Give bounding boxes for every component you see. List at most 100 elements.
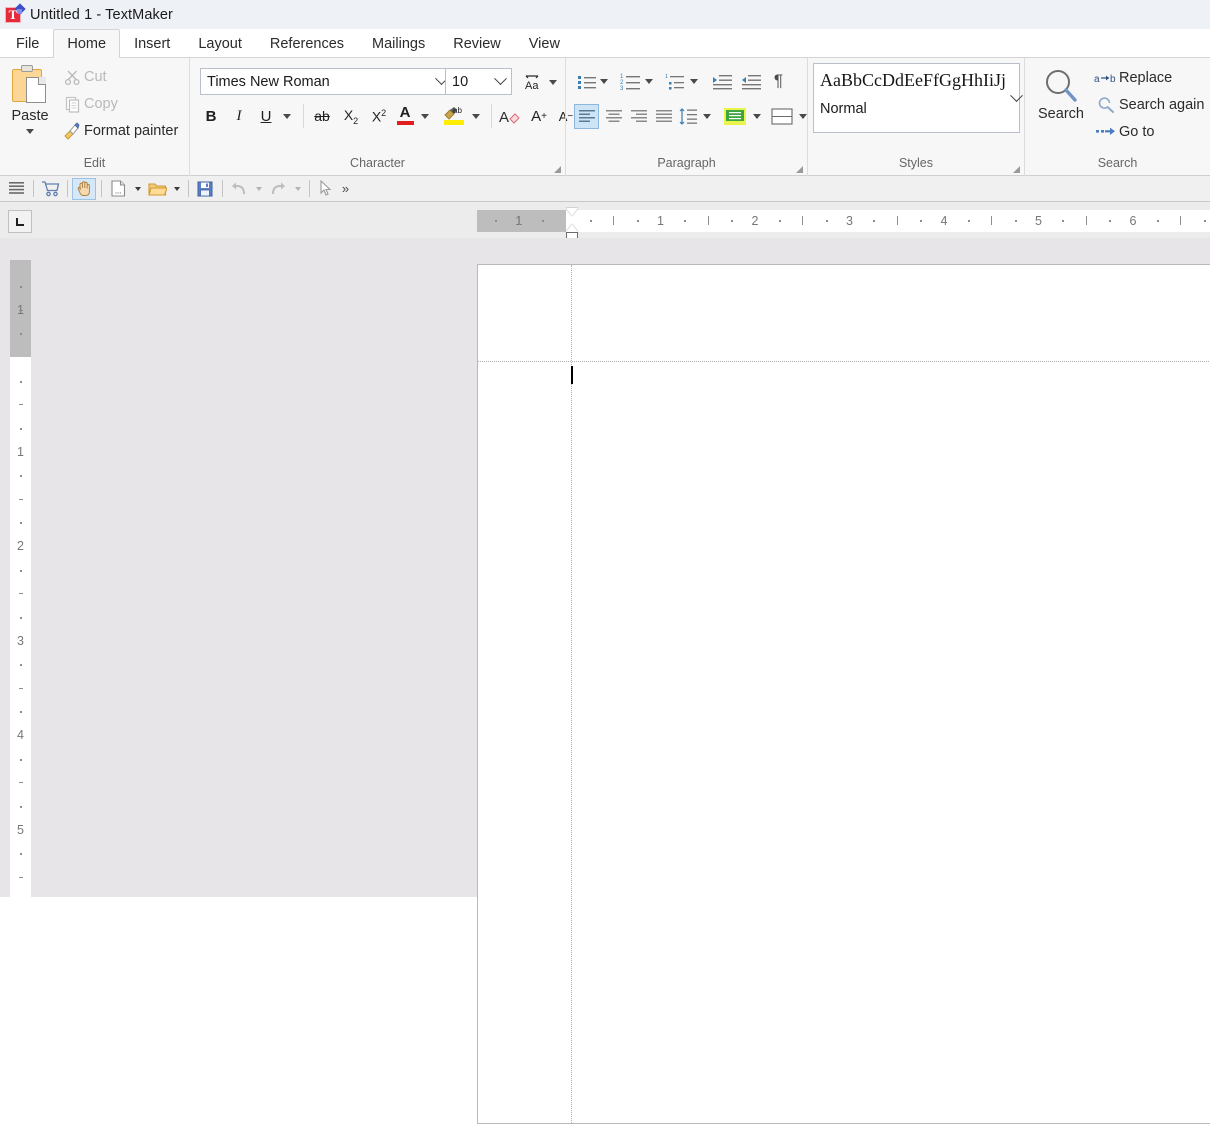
line-spacing-dropdown[interactable]: [700, 104, 714, 129]
undo-icon[interactable]: [227, 178, 251, 200]
clear-formatting-button[interactable]: A: [497, 103, 523, 129]
undo-dropdown[interactable]: [252, 178, 265, 200]
menu-icon[interactable]: [4, 178, 28, 200]
tab-insert[interactable]: Insert: [120, 29, 184, 57]
redo-icon[interactable]: [266, 178, 290, 200]
paste-button[interactable]: Paste: [6, 63, 54, 159]
hanging-indent-marker[interactable]: [566, 224, 578, 232]
redo-dropdown[interactable]: [291, 178, 304, 200]
paragraph-dialog-launcher[interactable]: [796, 166, 803, 173]
hand-icon[interactable]: [72, 178, 96, 200]
open-folder-dropdown[interactable]: [170, 178, 183, 200]
group-label-character: Character: [190, 153, 565, 176]
justify-button[interactable]: [651, 104, 676, 129]
superscript-button[interactable]: X2: [366, 103, 392, 129]
bullet-list-button[interactable]: [574, 69, 599, 94]
top-margin-guide: [478, 361, 1210, 362]
replace-icon: a b: [1093, 70, 1119, 85]
chevron-down-icon[interactable]: [26, 129, 34, 134]
tab-stop-selector[interactable]: [8, 210, 32, 233]
align-left-button[interactable]: [574, 104, 599, 129]
strikethrough-button[interactable]: ab: [309, 103, 335, 129]
tab-layout[interactable]: Layout: [184, 29, 256, 57]
align-right-button[interactable]: [626, 104, 651, 129]
multilevel-list-button[interactable]: 1: [663, 69, 688, 94]
ruler-minor-tick: [637, 220, 639, 222]
font-name-combo[interactable]: Times New Roman: [200, 68, 453, 95]
cart-icon[interactable]: [38, 178, 62, 200]
styles-dialog-launcher[interactable]: [1013, 166, 1020, 173]
shading-button[interactable]: [722, 104, 748, 129]
highlight-button[interactable]: ab: [440, 101, 468, 129]
new-document-icon[interactable]: [106, 178, 130, 200]
ruler-minor-tick: [1015, 220, 1017, 222]
group-label-edit: Edit: [0, 153, 189, 176]
search-icon: [1040, 66, 1082, 113]
ruler-minor-tick: [1204, 220, 1206, 222]
grow-font-button[interactable]: A+: [526, 103, 552, 129]
tab-home[interactable]: Home: [53, 29, 120, 57]
chevron-down-icon[interactable]: [489, 77, 511, 86]
bold-button[interactable]: B: [198, 103, 224, 129]
font-size-combo[interactable]: 10: [445, 68, 512, 95]
divider: [33, 180, 34, 197]
ruler-minor-tick: [20, 381, 22, 383]
copy-button[interactable]: Copy: [60, 91, 118, 117]
change-case-button[interactable]: Aa: [518, 69, 546, 95]
replace-button[interactable]: a b Replace: [1093, 64, 1172, 91]
change-case-dropdown[interactable]: [545, 72, 561, 92]
ribbon-group-edit: Paste Cut: [0, 58, 189, 176]
ruler-tick-label: 6: [1121, 210, 1145, 232]
text-cursor: [571, 366, 573, 384]
align-center-button[interactable]: [601, 104, 626, 129]
open-folder-icon[interactable]: [145, 178, 169, 200]
document-page[interactable]: [477, 264, 1210, 1124]
line-spacing-button[interactable]: [677, 104, 699, 129]
font-color-dropdown[interactable]: [416, 103, 434, 129]
ruler-minor-tick: [20, 759, 22, 761]
borders-button[interactable]: [769, 104, 795, 129]
search-again-icon: [1093, 96, 1119, 113]
highlight-dropdown[interactable]: [467, 103, 485, 129]
underline-button[interactable]: U: [253, 103, 279, 129]
chevron-down-icon[interactable]: [1012, 64, 1021, 132]
ruler-tick-label: 1: [10, 444, 31, 460]
numbered-list-dropdown[interactable]: [642, 69, 656, 94]
first-line-indent-marker[interactable]: [566, 208, 578, 216]
format-painter-button[interactable]: Format painter: [60, 118, 178, 144]
underline-dropdown[interactable]: [278, 103, 296, 129]
tab-review[interactable]: Review: [439, 29, 515, 57]
multilevel-list-dropdown[interactable]: [687, 69, 701, 94]
pointer-icon[interactable]: [314, 178, 338, 200]
increase-indent-button[interactable]: [709, 69, 735, 94]
formatting-marks-button[interactable]: ¶: [766, 68, 791, 93]
italic-button[interactable]: I: [226, 103, 252, 129]
horizontal-ruler[interactable]: 11234567: [477, 210, 1210, 232]
new-document-dropdown[interactable]: [131, 178, 144, 200]
shading-dropdown[interactable]: [750, 104, 764, 129]
style-gallery[interactable]: AaBbCcDdEeFfGgHhIiJj Normal: [813, 63, 1020, 133]
cut-button[interactable]: Cut: [60, 64, 107, 90]
copy-label: Copy: [84, 96, 118, 112]
character-dialog-launcher[interactable]: [554, 166, 561, 173]
ruler-minor-tick: [19, 782, 23, 783]
tab-file[interactable]: File: [2, 29, 53, 57]
decrease-indent-button[interactable]: [738, 69, 764, 94]
font-color-button[interactable]: A: [393, 101, 417, 129]
superscript-index: 2: [381, 108, 386, 118]
goto-button[interactable]: Go to: [1093, 118, 1154, 145]
svg-text:1: 1: [665, 74, 668, 80]
vertical-ruler[interactable]: 11234567891011: [10, 260, 31, 897]
tab-mailings[interactable]: Mailings: [358, 29, 439, 57]
subscript-button[interactable]: X2: [338, 103, 364, 129]
bullet-list-dropdown[interactable]: [597, 69, 611, 94]
numbered-list-button[interactable]: 1 2 3: [618, 69, 643, 94]
italic-label: I: [237, 108, 242, 125]
search-button[interactable]: Search: [1033, 64, 1089, 156]
tab-references[interactable]: References: [256, 29, 358, 57]
tab-view[interactable]: View: [515, 29, 574, 57]
toolbar-overflow-button[interactable]: »: [339, 178, 352, 200]
save-icon[interactable]: [193, 178, 217, 200]
search-again-button[interactable]: Search again: [1093, 91, 1204, 118]
search-again-label: Search again: [1119, 97, 1204, 113]
